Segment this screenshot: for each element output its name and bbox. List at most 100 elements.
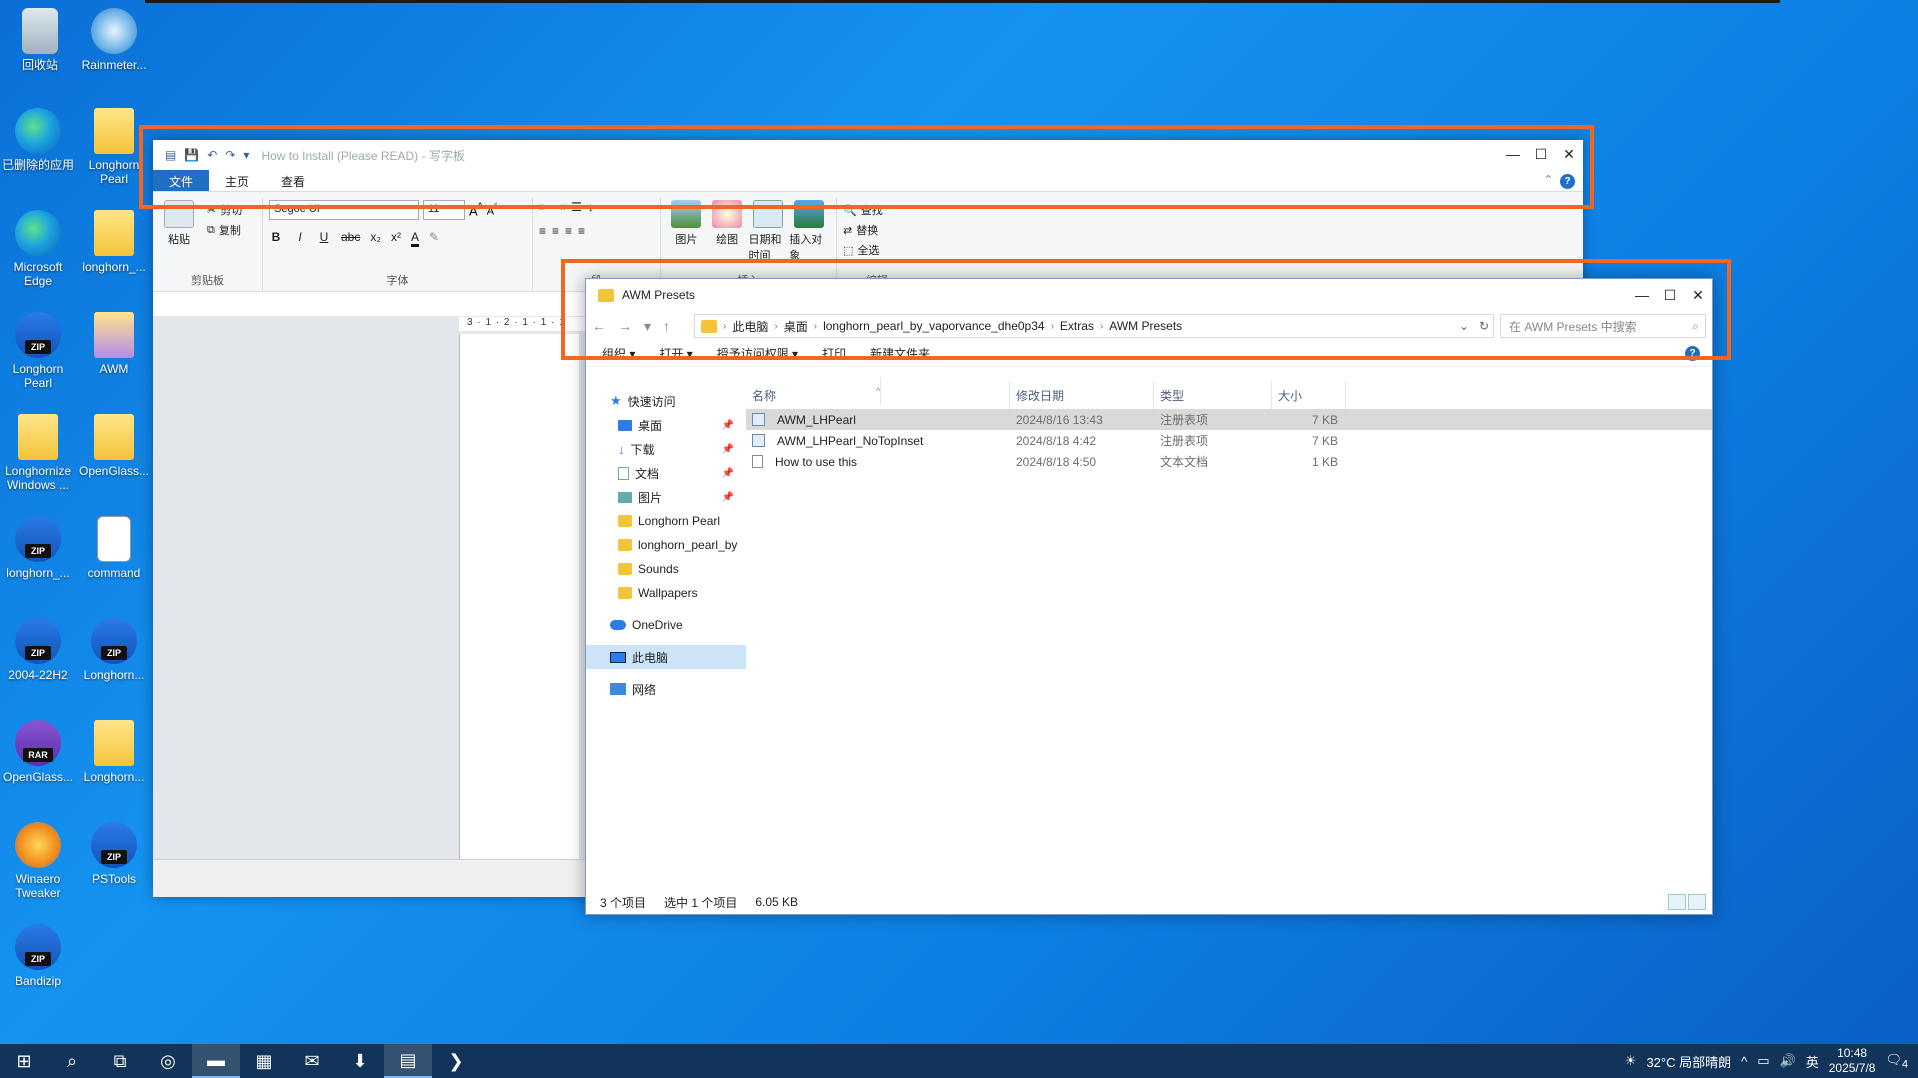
desktop-icon-edge[interactable]: Microsoft Edge — [0, 210, 76, 288]
desktop-icon-longhorn-pearl-zip[interactable]: Longhorn Pearl — [0, 312, 76, 390]
align-right-icon[interactable]: ≡ — [565, 224, 572, 238]
close-button[interactable]: ✕ — [1555, 140, 1583, 168]
desktop-icon-awm[interactable]: AWM — [76, 312, 152, 376]
large-icons-view-icon[interactable] — [1688, 894, 1706, 910]
collapse-ribbon-icon[interactable]: ⌃ — [1544, 173, 1553, 186]
minimize-button[interactable]: — — [1499, 140, 1527, 168]
desktop-icon-openglass-rar[interactable]: OpenGlass... — [0, 720, 76, 784]
nav-folder-wallpapers[interactable]: Wallpapers — [586, 581, 746, 605]
desktop-icon-openglass[interactable]: OpenGlass... — [76, 414, 152, 478]
wordpad-titlebar[interactable]: ▤ 💾 ↶ ↷ ▾ How to Install (Please READ) -… — [153, 140, 1583, 170]
insert-paint-button[interactable]: 绘图 — [708, 200, 747, 263]
clock[interactable]: 10:48 2025/7/8 — [1829, 1046, 1876, 1076]
breadcrumb-this-pc[interactable]: 此电脑 — [732, 318, 768, 335]
bold-icon[interactable]: B — [269, 230, 283, 247]
desktop-icon-command[interactable]: command — [76, 516, 152, 580]
refresh-icon[interactable]: ↻ — [1475, 319, 1493, 333]
customize-qa-icon[interactable]: ▾ — [243, 148, 249, 162]
desktop-icon-deleted-apps[interactable]: 已删除的应用 — [0, 108, 76, 172]
undo-icon[interactable]: ↶ — [207, 148, 217, 162]
nav-downloads[interactable]: ↓ 下载 📌 — [586, 437, 746, 461]
details-view-icon[interactable] — [1668, 894, 1686, 910]
decrease-indent-icon[interactable]: ⇤ — [539, 200, 549, 214]
desktop-icon-recycle-bin[interactable]: 回收站 — [2, 8, 78, 72]
underline-icon[interactable]: U — [317, 230, 331, 247]
desktop-icon-2004-22h2[interactable]: 2004-22H2 — [0, 618, 76, 682]
file-explorer-taskbar-icon[interactable]: ▬ — [192, 1044, 240, 1078]
open-button[interactable]: 打开 ▾ — [659, 345, 692, 362]
increase-indent-icon[interactable]: ⇥ — [555, 200, 565, 214]
italic-icon[interactable]: I — [293, 230, 307, 247]
search-input[interactable]: 在 AWM Presets 中搜索 ⌕ — [1500, 314, 1706, 338]
wordpad-taskbar-icon[interactable]: ▤ — [384, 1044, 432, 1078]
font-family-select[interactable]: Segoe UI — [269, 200, 419, 220]
nav-network[interactable]: 网络 — [586, 677, 746, 701]
cut-button[interactable]: ✂ 剪切 — [207, 200, 242, 220]
help-icon[interactable]: ? — [1560, 174, 1575, 189]
back-icon[interactable]: ← — [592, 318, 606, 335]
file-row[interactable]: AWM_LHPearl 2024/8/16 13:43 注册表项 7 KB — [746, 409, 1712, 430]
highlight-icon[interactable]: ✎ — [429, 230, 439, 247]
task-view-icon[interactable]: ⧉ — [96, 1044, 144, 1078]
start-button[interactable]: ⊞ — [0, 1044, 48, 1078]
column-date[interactable]: 修改日期 — [1010, 381, 1154, 409]
tab-file[interactable]: 文件 — [153, 170, 210, 191]
paste-button[interactable]: 粘贴 — [159, 200, 199, 247]
maximize-button[interactable]: ☐ — [1527, 140, 1555, 168]
insert-picture-button[interactable]: 图片 — [667, 200, 706, 263]
help-icon[interactable]: ? — [1685, 346, 1700, 361]
select-all-button[interactable]: ⬚ 全选 — [843, 240, 911, 260]
tab-view[interactable]: 查看 — [265, 170, 321, 191]
shrink-font-icon[interactable]: Aˇ — [487, 202, 497, 218]
new-folder-button[interactable]: 新建文件夹 — [870, 345, 930, 362]
breadcrumb-extras[interactable]: Extras — [1060, 319, 1094, 333]
maximize-button[interactable]: ☐ — [1656, 281, 1684, 309]
desktop-icon-rainmeter[interactable]: Rainmeter... — [76, 8, 152, 72]
justify-icon[interactable]: ≡ — [578, 224, 585, 238]
share-button[interactable]: 授予访问权限 ▾ — [717, 345, 798, 362]
copy-button[interactable]: ⧉ 复制 — [207, 220, 242, 240]
desktop-icon-longhorn-zip-2[interactable]: Longhorn... — [76, 618, 152, 682]
align-left-icon[interactable]: ≡ — [539, 224, 546, 238]
close-button[interactable]: ✕ — [1684, 281, 1712, 309]
file-row[interactable]: How to use this 2024/8/18 4:50 文本文档 1 KB — [746, 451, 1712, 472]
bandizip-taskbar-icon[interactable]: ⬇ — [336, 1044, 384, 1078]
ime-indicator[interactable]: 英 — [1806, 1052, 1819, 1071]
insert-datetime-button[interactable]: 日期和时间 — [749, 200, 788, 263]
font-size-select[interactable]: 11 — [423, 200, 465, 220]
notification-icon[interactable]: 🗨4 — [1885, 1052, 1908, 1071]
desktop-icon-longhorn-folder-2[interactable]: Longhorn... — [76, 720, 152, 784]
nav-documents[interactable]: 文档 📌 — [586, 461, 746, 485]
address-bar[interactable]: › 此电脑 › 桌面 › longhorn_pearl_by_vaporvanc… — [694, 314, 1494, 338]
weather-text[interactable]: 32°C 局部晴朗 — [1646, 1052, 1731, 1071]
insert-object-button[interactable]: 插入对象 — [789, 200, 828, 263]
align-center-icon[interactable]: ≡ — [552, 224, 559, 238]
breadcrumb-longhorn[interactable]: longhorn_pearl_by_vaporvance_dhe0p34 — [823, 319, 1045, 333]
find-button[interactable]: 🔍 查找 — [843, 200, 911, 220]
store-taskbar-icon[interactable]: ▦ — [240, 1044, 288, 1078]
network-icon[interactable]: ▭ — [1757, 1053, 1769, 1069]
search-icon[interactable]: ⌕ — [48, 1044, 96, 1078]
replace-button[interactable]: ⇄ 替换 — [843, 220, 911, 240]
forward-icon[interactable]: → — [618, 318, 632, 335]
save-icon[interactable]: 💾 — [184, 148, 199, 162]
file-row[interactable]: AWM_LHPearl_NoTopInset 2024/8/18 4:42 注册… — [746, 430, 1712, 451]
desktop-icon-longhorn-zip[interactable]: longhorn_... — [0, 516, 76, 580]
nav-pictures[interactable]: 图片 📌 — [586, 485, 746, 509]
font-color-icon[interactable]: A — [411, 230, 420, 247]
up-icon[interactable]: ↑ — [663, 318, 670, 335]
desktop-icon-bandizip[interactable]: Bandizip — [0, 924, 76, 988]
recent-icon[interactable]: ▾ — [644, 318, 651, 335]
subscript-icon[interactable]: x₂ — [370, 230, 381, 247]
nav-folder-longhorn-pearl[interactable]: Longhorn Pearl — [586, 509, 746, 533]
line-spacing-icon[interactable]: ↕ — [588, 200, 594, 214]
desktop-icon-winaero[interactable]: Winaero Tweaker — [0, 822, 76, 900]
document-page[interactable] — [459, 334, 579, 859]
column-size[interactable]: 大小 — [1272, 381, 1346, 409]
mail-taskbar-icon[interactable]: ✉ — [288, 1044, 336, 1078]
strikethrough-icon[interactable]: abc — [341, 230, 360, 247]
nav-onedrive[interactable]: OneDrive — [586, 613, 746, 637]
desktop-icon-longhorn-pearl[interactable]: Longhorn Pearl — [76, 108, 152, 186]
bullet-list-icon[interactable]: ☰ — [571, 200, 582, 214]
minimize-button[interactable]: — — [1628, 281, 1656, 309]
